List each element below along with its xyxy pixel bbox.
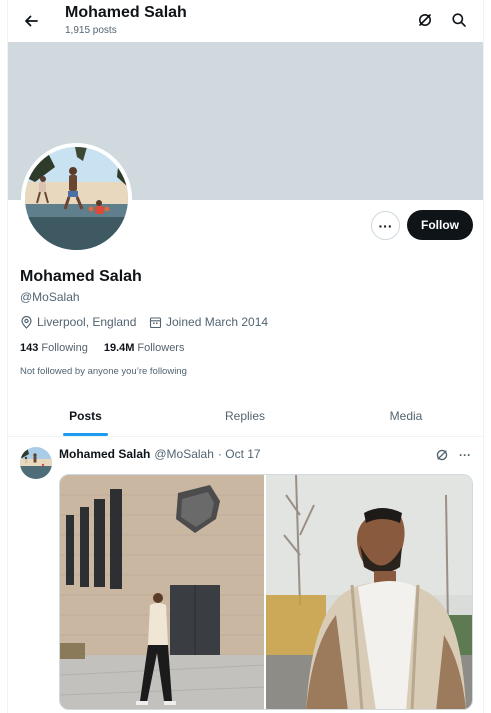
followed-by-note: Not followed by anyone you’re following: [20, 366, 187, 377]
followers-label: Followers: [137, 342, 185, 354]
location-text: Liverpool, England: [37, 315, 137, 329]
search-button[interactable]: [447, 8, 471, 32]
header-title: Mohamed Salah: [65, 4, 187, 21]
post-grok-button[interactable]: [433, 446, 451, 464]
more-options-button[interactable]: ···: [371, 211, 400, 240]
back-button[interactable]: [18, 8, 44, 34]
following-link[interactable]: 143 Following: [20, 342, 88, 354]
following-count: 143: [20, 342, 39, 354]
active-tab-indicator: [63, 433, 108, 436]
post-image-2[interactable]: [266, 475, 472, 709]
profile-tabs: Posts Replies Media: [8, 395, 483, 437]
joined-text: Joined March 2014: [166, 315, 269, 329]
post-avatar-image: [20, 447, 52, 479]
profile-page: Mohamed Salah 1,915 posts ··· Follow Moh…: [7, 0, 484, 713]
following-label: Following: [41, 342, 88, 354]
avatar-image: [25, 147, 128, 250]
post-header: Mohamed Salah @MoSalah · Oct 17: [59, 447, 261, 461]
arrow-left-icon: [25, 15, 38, 27]
followers-count: 19.4M: [103, 342, 135, 354]
profile-stats: 143 Following 19.4M Followers: [20, 342, 184, 354]
post-more-button[interactable]: ···: [456, 446, 474, 464]
profile-location: Liverpool, England: [20, 314, 136, 330]
post-author-avatar[interactable]: [20, 447, 52, 479]
profile-avatar[interactable]: [21, 143, 132, 254]
calendar-icon: [149, 316, 162, 328]
post-author-handle[interactable]: @MoSalah: [154, 447, 214, 461]
grok-icon: [436, 449, 448, 461]
location-pin-icon: [21, 315, 32, 329]
post-date[interactable]: · Oct 17: [218, 447, 261, 461]
tab-replies[interactable]: Replies: [163, 395, 327, 437]
grok-button[interactable]: [413, 8, 437, 32]
tab-media[interactable]: Media: [327, 395, 483, 437]
profile-joined: Joined March 2014: [149, 314, 268, 330]
post-media-grid: [59, 474, 473, 710]
profile-name: Mohamed Salah: [20, 268, 142, 285]
follow-button[interactable]: Follow: [407, 210, 473, 240]
post-image-1[interactable]: [60, 475, 266, 709]
posts-count: 1,915 posts: [65, 25, 117, 36]
portrait-photo: [266, 475, 472, 709]
followers-link[interactable]: 19.4M Followers: [104, 342, 185, 354]
top-header: Mohamed Salah 1,915 posts: [8, 0, 483, 42]
grok-icon: [419, 14, 431, 26]
search-icon: [452, 13, 466, 27]
building-photo: [60, 475, 264, 709]
profile-handle: @MoSalah: [20, 290, 80, 304]
post-author-name[interactable]: Mohamed Salah: [59, 447, 150, 461]
tab-posts[interactable]: Posts: [8, 395, 163, 437]
